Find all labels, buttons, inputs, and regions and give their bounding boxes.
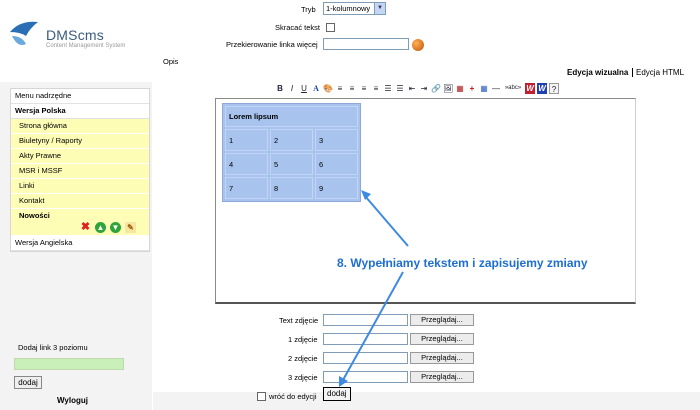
opis-label: Opis (163, 57, 179, 66)
add-row-icon[interactable]: + (467, 83, 477, 94)
add-link-button[interactable]: dodaj (14, 376, 42, 389)
move-up-icon[interactable]: ▲ (95, 222, 106, 233)
logout-link[interactable]: Wyloguj (57, 396, 88, 405)
table-row: 7 8 9 (225, 177, 358, 199)
photo-1-input[interactable] (323, 333, 408, 345)
indent-icon[interactable]: ⇥ (419, 83, 429, 94)
table-cell[interactable]: 2 (269, 129, 313, 151)
text-photo-input[interactable] (323, 314, 408, 326)
edit-icon[interactable]: ✎ (125, 222, 136, 233)
move-down-icon[interactable]: ▼ (110, 222, 121, 233)
tutorial-annotation: 8. Wypełniamy tekstem i zapisujemy zmian… (337, 256, 588, 270)
underline-icon[interactable]: U (299, 83, 309, 94)
outdent-icon[interactable]: ⇤ (407, 83, 417, 94)
table-row: 4 5 6 (225, 153, 358, 175)
return-to-edit-checkbox[interactable] (257, 392, 266, 401)
skracac-label: Skracać tekst (275, 23, 321, 32)
bullet-list-icon[interactable]: ☰ (383, 83, 393, 94)
add-link-label: Dodaj link 3 poziomu (18, 343, 88, 352)
spellcheck-icon[interactable]: »abc» (503, 83, 523, 94)
table-grid-icon[interactable]: ▦ (479, 83, 489, 94)
logo-name: DMScms (46, 27, 104, 43)
photo-3-input[interactable] (323, 371, 408, 383)
table-cell[interactable]: 4 (225, 153, 268, 175)
italic-icon[interactable]: I (287, 83, 297, 94)
horizontal-rule-icon[interactable]: — (491, 83, 501, 94)
help-icon[interactable]: ? (549, 82, 559, 94)
photo-2-input[interactable] (323, 352, 408, 364)
table-header-cell[interactable]: Lorem lipsum (225, 106, 358, 127)
tryb-select-value: 1-kolumnowy (326, 4, 371, 13)
table-cell[interactable]: 8 (269, 177, 313, 199)
tryb-select[interactable]: 1-kolumnowy ▼ (323, 2, 386, 15)
sidebar-item-akty-prawne[interactable]: Akty Prawne (11, 149, 149, 164)
insert-table-icon[interactable]: ▦ (455, 83, 465, 94)
align-center-icon[interactable]: ≡ (347, 83, 357, 94)
image-icon[interactable]: 🖼 (443, 83, 453, 94)
add-link-input[interactable] (14, 358, 124, 370)
tab-visual-edit[interactable]: Edycja wizualna (567, 68, 628, 77)
delete-icon[interactable]: ✖ (80, 222, 91, 233)
bold-icon[interactable]: B (275, 83, 285, 94)
table-row: 1 2 3 (225, 129, 358, 151)
wysiwyg-editor[interactable]: Lorem lipsum 1 2 3 4 5 6 7 8 9 (215, 98, 636, 304)
text-photo-browse-button[interactable]: Przeglądaj... (410, 314, 474, 326)
paste-word-icon[interactable]: W (525, 82, 535, 94)
skracac-checkbox[interactable] (326, 23, 335, 32)
sidebar-item-linki[interactable]: Linki (11, 179, 149, 194)
table-cell[interactable]: 5 (269, 153, 313, 175)
sidebar: DMScms Content Management System Menu na… (0, 0, 152, 410)
redirect-label: Przekierowanie linka więcej (226, 40, 318, 49)
chevron-down-icon: ▼ (374, 3, 385, 14)
tryb-label: Tryb (301, 5, 316, 14)
content-table[interactable]: Lorem lipsum 1 2 3 4 5 6 7 8 9 (222, 103, 361, 202)
nowosci-actions: ✖ ▲ ▼ ✎ (80, 222, 136, 233)
clean-word-icon[interactable]: W (537, 82, 547, 94)
align-left-icon[interactable]: ≡ (335, 83, 345, 94)
text-photo-label: Text zdjęcie (279, 316, 319, 325)
photo-1-browse-button[interactable]: Przeglądaj... (410, 333, 474, 345)
photo-1-label: 1 zdjęcie (288, 335, 318, 344)
redirect-input[interactable] (323, 38, 409, 50)
photo-2-browse-button[interactable]: Przeglądaj... (410, 352, 474, 364)
table-cell[interactable]: 9 (314, 177, 358, 199)
sidebar-item-wersja-angielska[interactable]: Wersja Angielska (11, 236, 149, 251)
text-color-icon[interactable]: A (311, 83, 321, 94)
photo-3-browse-button[interactable]: Przeglądaj... (410, 371, 474, 383)
sidebar-item-menu-nadrzedne[interactable]: Menu nadrzędne (11, 89, 149, 104)
numbered-list-icon[interactable]: ☰ (395, 83, 405, 94)
table-cell[interactable]: 3 (314, 129, 358, 151)
sidebar-item-msr-mssf[interactable]: MSR i MSSF (11, 164, 149, 179)
table-cell[interactable]: 1 (225, 129, 268, 151)
tab-html-edit[interactable]: Edycja HTML (632, 68, 684, 77)
photo-3-label: 3 zdjęcie (288, 373, 318, 382)
link-icon[interactable]: 🔗 (431, 83, 441, 94)
return-to-edit-label: wróć do edycji (269, 392, 317, 401)
logo-tagline: Content Management System (46, 43, 126, 49)
table-cell[interactable]: 6 (314, 153, 358, 175)
table-cell[interactable]: 7 (225, 177, 268, 199)
save-button[interactable]: dodaj (323, 387, 351, 401)
sidebar-item-strona-glowna[interactable]: Strona główna (11, 119, 149, 134)
logo-area: DMScms Content Management System (0, 0, 152, 82)
main-content: Tryb 1-kolumnowy ▼ Skracać tekst Przekie… (153, 0, 700, 410)
align-right-icon[interactable]: ≡ (359, 83, 369, 94)
editor-toolbar: B I U A 🎨 ≡ ≡ ≡ ≡ ☰ ☰ ⇤ ⇥ 🔗 🖼 ▦ + ▦ — »a… (275, 81, 559, 95)
sidebar-item-kontakt[interactable]: Kontakt (11, 194, 149, 209)
sidebar-item-biuletyny[interactable]: Biuletyny / Raporty (11, 134, 149, 149)
logo-icon (10, 21, 38, 45)
background-color-icon[interactable]: 🎨 (323, 83, 333, 94)
align-justify-icon[interactable]: ≡ (371, 83, 381, 94)
sidebar-item-wersja-polska[interactable]: Wersja Polska (11, 104, 149, 119)
form-footer (153, 392, 700, 410)
link-picker-icon[interactable] (412, 39, 424, 51)
photo-2-label: 2 zdjęcie (288, 354, 318, 363)
